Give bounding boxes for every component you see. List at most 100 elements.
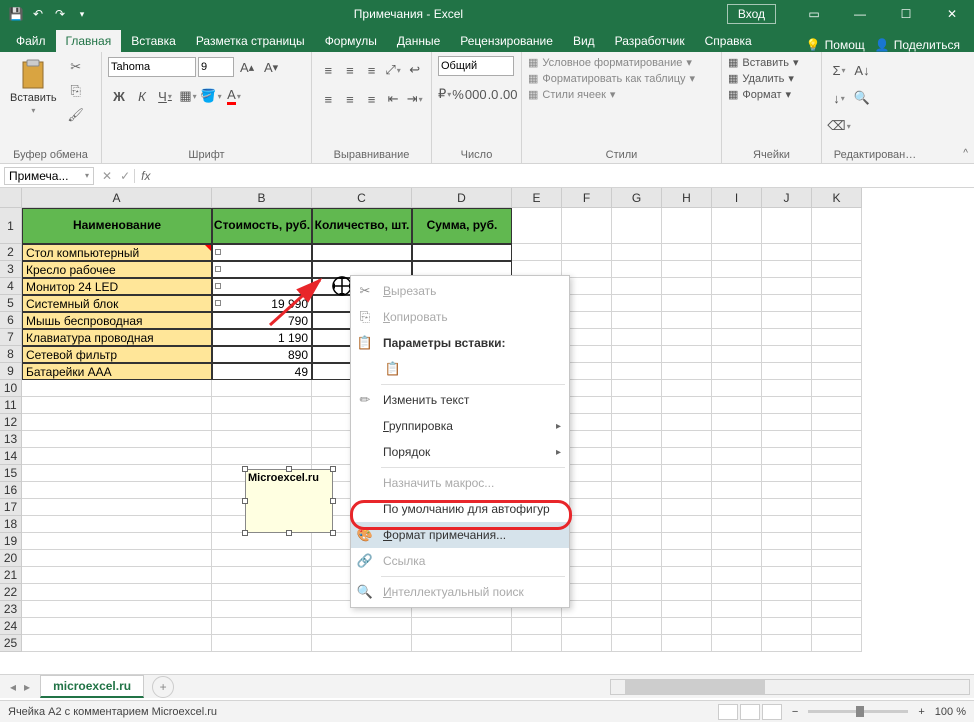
menu-assign-macro[interactable]: Назначить макрос... — [351, 470, 569, 496]
increase-decimal-icon[interactable]: .0 — [488, 83, 499, 105]
row-header[interactable]: 20 — [0, 550, 22, 567]
cell[interactable]: Батарейки AAA — [22, 363, 212, 380]
row-header[interactable]: 9 — [0, 363, 22, 380]
maximize-icon[interactable]: ☐ — [884, 0, 928, 28]
cell[interactable] — [662, 329, 712, 346]
row-header[interactable]: 16 — [0, 482, 22, 499]
cell[interactable] — [212, 380, 312, 397]
redo-icon[interactable]: ↷ — [52, 6, 68, 22]
col-header-E[interactable]: E — [512, 188, 562, 208]
cell[interactable] — [212, 550, 312, 567]
col-header-J[interactable]: J — [762, 188, 812, 208]
cell[interactable] — [712, 465, 762, 482]
cell[interactable] — [662, 346, 712, 363]
fill-color-button[interactable]: 🪣 — [200, 85, 222, 107]
cell[interactable] — [762, 584, 812, 601]
cell[interactable] — [712, 567, 762, 584]
cell[interactable]: Монитор 24 LED — [22, 278, 212, 295]
cell[interactable] — [662, 516, 712, 533]
cell[interactable] — [812, 278, 862, 295]
login-button[interactable]: Вход — [727, 4, 776, 24]
menu-smart-lookup[interactable]: 🔍 Интеллектуальный поиск — [351, 579, 569, 605]
cell[interactable] — [712, 516, 762, 533]
cell[interactable] — [812, 635, 862, 652]
cell[interactable] — [662, 499, 712, 516]
cell[interactable] — [662, 448, 712, 465]
row-header[interactable]: 1 — [0, 208, 22, 244]
cell[interactable] — [762, 550, 812, 567]
tab-insert[interactable]: Вставка — [121, 30, 186, 52]
cell[interactable]: Стол компьютерный — [22, 244, 212, 261]
number-format-select[interactable] — [438, 56, 514, 76]
col-header-K[interactable]: K — [812, 188, 862, 208]
row-header[interactable]: 15 — [0, 465, 22, 482]
row-header[interactable]: 12 — [0, 414, 22, 431]
font-color-button[interactable]: A — [223, 85, 245, 107]
cell[interactable]: 49 — [212, 363, 312, 380]
cell[interactable]: 1 190 — [212, 329, 312, 346]
autosum-icon[interactable]: Σ — [828, 59, 850, 81]
cell[interactable] — [22, 414, 212, 431]
cell[interactable] — [512, 618, 562, 635]
align-right-icon[interactable]: ≡ — [361, 88, 382, 110]
menu-cut[interactable]: ✂ Вырезать — [351, 278, 569, 304]
cell[interactable] — [712, 278, 762, 295]
cell[interactable] — [762, 567, 812, 584]
view-page-layout-icon[interactable] — [740, 704, 760, 720]
font-name-select[interactable] — [108, 57, 196, 77]
cell[interactable] — [212, 414, 312, 431]
share-button[interactable]: 👤 Поделиться — [875, 38, 960, 52]
view-page-break-icon[interactable] — [762, 704, 782, 720]
cell[interactable] — [612, 618, 662, 635]
indent-decrease-icon[interactable]: ⇤ — [383, 88, 404, 110]
ribbon-options-icon[interactable]: ▭ — [792, 0, 836, 28]
cell[interactable] — [662, 397, 712, 414]
row-header[interactable]: 14 — [0, 448, 22, 465]
cell[interactable] — [762, 397, 812, 414]
cell[interactable] — [612, 278, 662, 295]
insert-cells-button[interactable]: ▦ Вставить ▾ — [728, 56, 815, 69]
row-header[interactable]: 19 — [0, 533, 22, 550]
cell[interactable] — [612, 448, 662, 465]
menu-group[interactable]: Группировка ▸ — [351, 413, 569, 439]
cell[interactable] — [412, 618, 512, 635]
cell[interactable] — [812, 261, 862, 278]
tab-view[interactable]: Вид — [563, 30, 605, 52]
tell-me[interactable]: 💡 Помощ — [806, 38, 865, 52]
shrink-font-icon[interactable]: A▾ — [260, 56, 282, 78]
cell[interactable] — [512, 208, 562, 244]
cell[interactable] — [812, 346, 862, 363]
cell[interactable] — [612, 295, 662, 312]
cell[interactable] — [212, 244, 312, 261]
cell[interactable]: Сетевой фильтр — [22, 346, 212, 363]
close-icon[interactable]: ✕ — [930, 0, 974, 28]
cell[interactable] — [212, 397, 312, 414]
menu-format-comment[interactable]: 🎨 Формат примечания... — [351, 522, 569, 548]
cell[interactable] — [712, 208, 762, 244]
cell[interactable]: 19 990 — [212, 295, 312, 312]
cell[interactable] — [812, 550, 862, 567]
cell[interactable] — [762, 261, 812, 278]
cell[interactable] — [762, 295, 812, 312]
cell[interactable] — [22, 465, 212, 482]
cell[interactable] — [662, 533, 712, 550]
cell[interactable] — [762, 278, 812, 295]
bold-button[interactable]: Ж — [108, 85, 130, 107]
row-header[interactable]: 22 — [0, 584, 22, 601]
horizontal-scrollbar[interactable] — [610, 679, 970, 695]
merge-icon[interactable]: ⇥ — [404, 88, 425, 110]
format-painter-icon[interactable]: 🖌 — [65, 104, 87, 126]
cell[interactable] — [762, 635, 812, 652]
find-icon[interactable]: 🔍 — [851, 87, 873, 109]
select-all-corner[interactable] — [0, 188, 22, 208]
cell[interactable] — [212, 584, 312, 601]
align-left-icon[interactable]: ≡ — [318, 88, 339, 110]
row-header[interactable]: 2 — [0, 244, 22, 261]
cell[interactable] — [412, 244, 512, 261]
cell[interactable] — [812, 584, 862, 601]
cell[interactable] — [612, 601, 662, 618]
wrap-text-icon[interactable]: ↩ — [404, 59, 425, 81]
cell[interactable] — [812, 431, 862, 448]
row-header[interactable]: 23 — [0, 601, 22, 618]
row-header[interactable]: 18 — [0, 516, 22, 533]
